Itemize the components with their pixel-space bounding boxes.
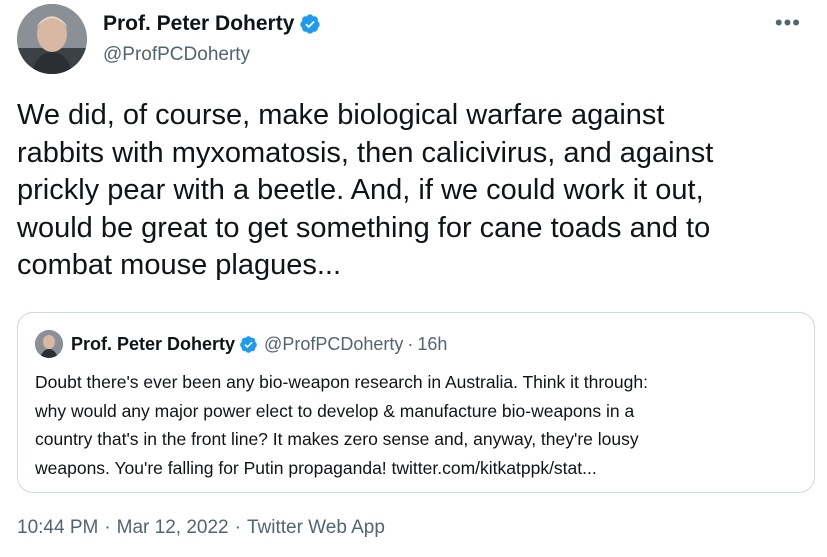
tweet-metadata: 10:44 PM · Mar 12, 2022 · Twitter Web Ap… [17,517,385,539]
quoted-tweet-text: Doubt there's ever been any bio-weapon r… [35,372,648,478]
quoted-tweet-header: Prof. Peter Doherty @ProfPCDoherty · 16h [35,330,447,358]
tweet-text: We did, of course, make biological warfa… [17,99,714,281]
quoted-author-name: Prof. Peter Doherty [71,333,236,354]
author-display-name[interactable]: Prof. Peter Doherty [103,12,294,36]
author-name-row: Prof. Peter Doherty [103,12,321,36]
quoted-author-handle: @ProfPCDoherty [264,333,404,354]
verified-badge-icon [239,335,258,354]
more-options-icon[interactable]: ••• [775,10,801,36]
tweet-card: Prof. Peter Doherty @ProfPCDoherty ••• W… [0,0,827,557]
separator-dot: · [104,517,111,538]
separator-dot: · [407,333,414,354]
quoted-tweet[interactable]: Prof. Peter Doherty @ProfPCDoherty · 16h… [17,312,815,493]
quoted-tweet-time: 16h [417,333,448,354]
author-avatar[interactable] [17,4,87,74]
author-handle[interactable]: @ProfPCDoherty [103,44,250,66]
tweet-source[interactable]: Twitter Web App [247,517,385,539]
tweet-date[interactable]: Mar 12, 2022 [117,517,229,539]
avatar-image [17,4,87,74]
separator-dot: · [234,517,241,538]
verified-badge-icon [299,13,321,35]
quoted-author-avatar [35,330,63,358]
tweet-time[interactable]: 10:44 PM [17,517,98,539]
